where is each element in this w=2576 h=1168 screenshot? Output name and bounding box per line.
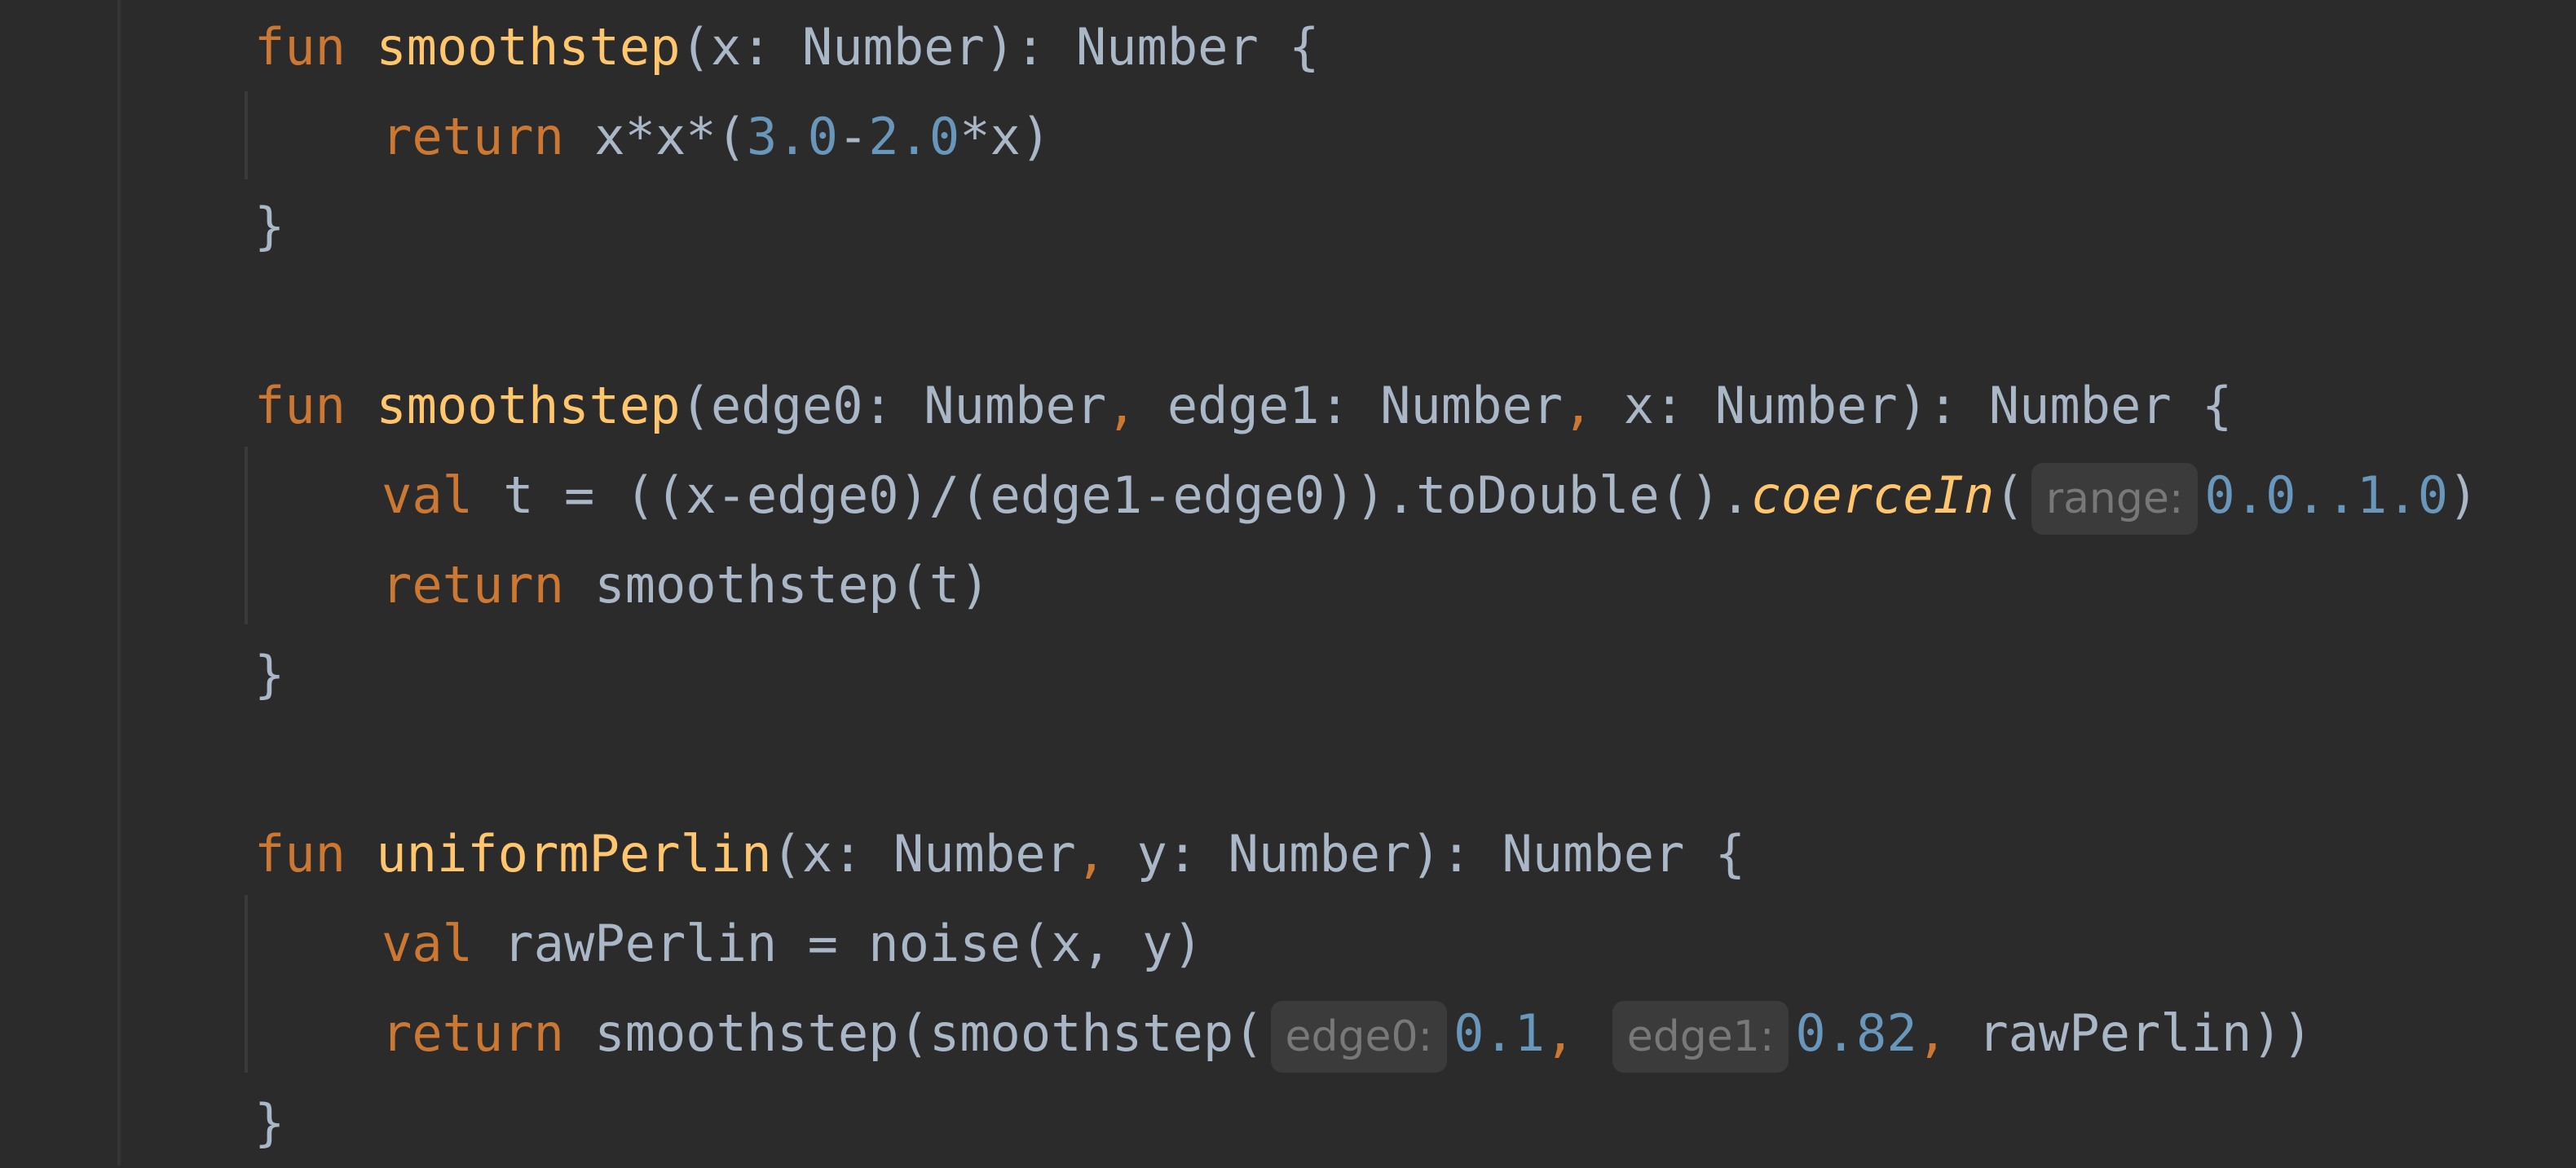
code-line[interactable]: fun smoothstep(x: Number): Number {: [254, 2, 1319, 92]
indent-guide: [245, 895, 248, 1073]
code-line[interactable]: }: [254, 182, 285, 271]
extension-call[interactable]: coerceIn: [1751, 465, 1995, 525]
function-name[interactable]: smoothstep: [376, 376, 680, 435]
code-text: y: Number): Number {: [1106, 824, 1746, 884]
keyword: return: [382, 555, 564, 615]
comma: ,: [1106, 376, 1137, 435]
code-text: (edge0: Number: [680, 376, 1107, 435]
number-literal: 0.82: [1795, 1003, 1917, 1063]
code-text: (x: Number: [771, 824, 1076, 884]
keyword: fun: [254, 17, 346, 77]
function-name[interactable]: uniformPerlin: [376, 824, 771, 884]
code-line[interactable]: return x*x*(3.0-2.0*x): [382, 92, 1051, 182]
code-line[interactable]: return smoothstep(t): [382, 540, 990, 630]
function-name[interactable]: smoothstep: [376, 17, 680, 77]
keyword: val: [382, 465, 473, 525]
code-text: (: [1994, 465, 2025, 525]
parameter-hint: range:: [2031, 462, 2199, 535]
comma: ,: [1563, 376, 1594, 435]
code-text: smoothstep(t): [563, 555, 990, 615]
number-literal: 0.1: [1453, 1003, 1546, 1063]
code-line[interactable]: fun smoothstep(edge0: Number, edge1: Num…: [254, 361, 2232, 451]
comma: ,: [1545, 1003, 1576, 1063]
closing-brace: }: [254, 196, 285, 256]
keyword: fun: [254, 824, 346, 884]
code-text: x: Number): Number {: [1593, 376, 2233, 435]
code-text: t = ((x-edge0)/(edge1-edge0)).toDouble()…: [472, 465, 1751, 525]
number-literal: 3.0: [746, 107, 838, 166]
comma: ,: [1917, 1003, 1947, 1063]
number-literal: 0.0..1.0: [2204, 465, 2449, 525]
closing-brace: }: [254, 1093, 285, 1153]
code-line[interactable]: fun uniformPerlin(x: Number, y: Number):…: [254, 809, 1745, 899]
comma: ,: [1075, 824, 1107, 884]
indent-guide: [245, 91, 248, 179]
closing-brace: }: [254, 645, 285, 704]
keyword: return: [382, 107, 564, 166]
code-line[interactable]: return smoothstep(smoothstep(edge0: 0.1, …: [382, 989, 2313, 1078]
code-line[interactable]: val rawPerlin = noise(x, y): [382, 899, 1203, 989]
keyword: val: [382, 914, 473, 973]
keyword: fun: [254, 376, 346, 435]
parameter-hint: edge1:: [1612, 1000, 1789, 1073]
number-literal: 2.0: [868, 107, 960, 166]
indent-guide: [245, 447, 248, 624]
code-text: (x: Number): Number {: [680, 17, 1320, 77]
code-text: rawPerlin = noise(x, y): [472, 914, 1203, 973]
code-text: ): [2448, 465, 2479, 525]
code-line[interactable]: }: [254, 1078, 285, 1168]
code-text: rawPerlin)): [1947, 1003, 2313, 1063]
code-text: x*x*(: [594, 107, 747, 166]
code-text: -: [837, 107, 869, 166]
code-line[interactable]: }: [254, 630, 285, 720]
code-editor[interactable]: fun smoothstep(x: Number): Number { retu…: [0, 0, 2576, 1166]
keyword: return: [382, 1003, 564, 1063]
parameter-hint: edge0:: [1270, 1000, 1448, 1073]
code-line[interactable]: val t = ((x-edge0)/(edge1-edge0)).toDoub…: [382, 451, 2478, 540]
code-text: edge1: Number: [1136, 376, 1564, 435]
code-text: smoothstep(smoothstep(: [563, 1003, 1264, 1063]
code-text: *x): [959, 107, 1052, 166]
